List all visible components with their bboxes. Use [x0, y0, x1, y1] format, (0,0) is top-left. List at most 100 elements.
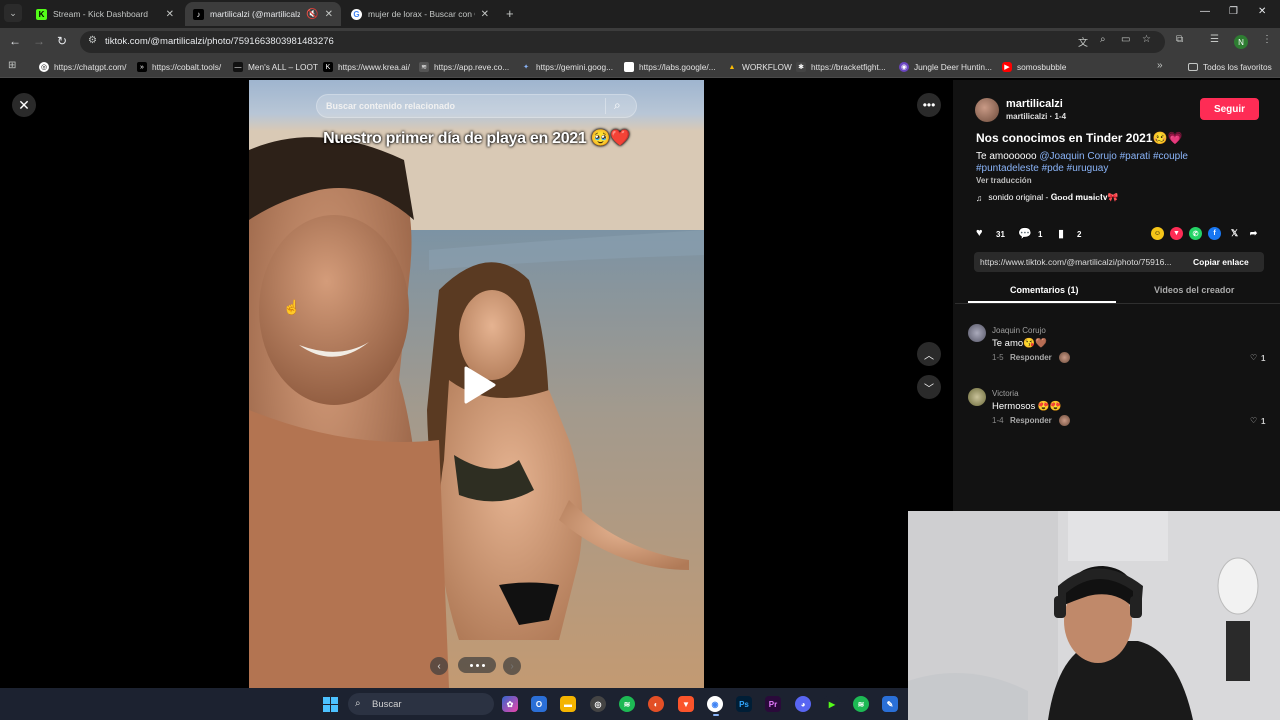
minimize-icon[interactable]: —	[1200, 6, 1210, 17]
comment-username[interactable]: Victoria	[992, 389, 1019, 398]
copilot-icon[interactable]: ✿	[502, 696, 518, 712]
embed-icon[interactable]: ☺	[1151, 227, 1164, 240]
tab-groups-icon[interactable]: ☰	[1210, 34, 1219, 45]
premiere-icon[interactable]: Pr	[765, 696, 781, 712]
spotify-icon[interactable]: ≋	[853, 696, 869, 712]
tab-search-button[interactable]: ⌄	[4, 4, 22, 22]
taskbar-search[interactable]	[348, 693, 494, 715]
zoom-icon[interactable]: ⌕	[1100, 34, 1106, 45]
bookmark-bracketfight[interactable]: ✱ https://bracketfight...	[796, 60, 886, 74]
tab-tiktok[interactable]: ♪ martilicalzi (@martilicalzi) | 🔇 ✕	[185, 2, 341, 26]
bookmark-icon[interactable]: ▮	[1058, 227, 1064, 240]
tab-google-search[interactable]: G mujer de lorax - Buscar con Go ✕	[343, 2, 497, 26]
whatsapp-icon[interactable]: ✆	[1189, 227, 1202, 240]
comment-like-icon[interactable]: ♡	[1250, 353, 1257, 362]
tab-kick-dashboard[interactable]: K Stream - Kick Dashboard ✕	[28, 2, 182, 26]
back-icon[interactable]: ←	[9, 34, 21, 48]
translate-icon[interactable]: 文	[1078, 34, 1088, 49]
mention-link[interactable]: @Joaquin Corujo	[1039, 151, 1116, 162]
new-tab-button[interactable]: +	[506, 6, 514, 21]
carousel-prev-icon[interactable]: ‹	[430, 657, 448, 675]
taskbar-search-label: Buscar	[372, 699, 402, 710]
forward-icon[interactable]: →	[33, 34, 45, 48]
app-icon[interactable]: ◐	[648, 696, 664, 712]
file-explorer-icon[interactable]: ▬	[560, 696, 576, 712]
bookmark-jungle-deer[interactable]: ◉ Jungle Deer Huntin...	[899, 60, 992, 74]
bookmark-krea[interactable]: Khttps://www.krea.ai/	[323, 60, 410, 74]
search-icon[interactable]: ⌕	[614, 98, 621, 113]
commenter-avatar[interactable]	[968, 324, 986, 342]
bookmark-chatgpt[interactable]: ◎ https://chatgpt.com/	[39, 60, 126, 74]
tab-creator-videos[interactable]: Videos del creador	[1154, 285, 1234, 295]
bookmark-workflow[interactable]: ▲ WORKFLOW	[727, 60, 792, 74]
chrome-icon[interactable]: ◉	[707, 696, 723, 712]
close-tab-icon[interactable]: ✕	[166, 9, 174, 20]
bookmark-gemini[interactable]: ✦ https://gemini.goog...	[521, 60, 613, 74]
like-icon[interactable]: ♥	[976, 227, 983, 239]
spotify-icon[interactable]: ≋	[619, 696, 635, 712]
mute-tab-icon[interactable]: 🔇	[306, 9, 318, 20]
share-arrow-icon[interactable]: ➦	[1247, 227, 1260, 240]
bookmark-loot[interactable]: — Men's ALL – LOOT	[233, 60, 318, 74]
like-count: 31	[996, 230, 1005, 239]
carousel-next-icon[interactable]: ›	[503, 657, 521, 675]
outlook-icon[interactable]: O	[531, 696, 547, 712]
x-icon[interactable]: 𝕏	[1228, 227, 1241, 240]
apps-grid-icon[interactable]: ⊞	[8, 60, 16, 71]
bookmark-star-icon[interactable]: ☆	[1142, 34, 1151, 45]
profile-avatar[interactable]: N	[1234, 35, 1248, 49]
loot-icon: —	[233, 62, 243, 72]
discord-icon[interactable]: ◕	[795, 696, 811, 712]
obs-icon[interactable]: ◎	[590, 696, 606, 712]
follow-button[interactable]: Seguir	[1200, 98, 1259, 120]
gemini-icon: ✦	[523, 64, 529, 71]
send-to-friends-icon[interactable]: ▼	[1170, 227, 1183, 240]
comment-icon[interactable]: 💬	[1018, 227, 1032, 240]
bookmark-reve[interactable]: ≋ https://app.reve.co...	[419, 60, 509, 74]
more-bookmarks-icon[interactable]: »	[1157, 60, 1163, 71]
author-username[interactable]: martilicalzi	[1006, 98, 1063, 110]
play-icon[interactable]	[462, 366, 496, 409]
close-tab-icon[interactable]: ✕	[481, 9, 489, 20]
reply-button[interactable]: Responder	[1010, 353, 1052, 362]
next-post-icon[interactable]: ﹀	[917, 375, 941, 399]
close-tab-icon[interactable]: ✕	[325, 9, 333, 20]
tab-comments[interactable]: Comentarios (1)	[1010, 285, 1079, 295]
post-link[interactable]: https://www.tiktok.com/@martilicalzi/pho…	[980, 257, 1185, 267]
extensions-icon[interactable]: ⧉	[1176, 34, 1183, 45]
all-bookmarks-folder[interactable]: Todos los favoritos	[1188, 60, 1272, 74]
hashtag-links[interactable]: #puntadeleste #pde #uruguay	[976, 163, 1108, 174]
bookmark-labs-google[interactable]: https://labs.google/...	[624, 60, 716, 74]
facebook-icon[interactable]: f	[1208, 227, 1221, 240]
author-avatar[interactable]	[975, 98, 999, 122]
photoshop-icon[interactable]: Ps	[736, 696, 752, 712]
game-icon: ◉	[899, 62, 909, 72]
copy-link-button[interactable]: Copiar enlace	[1193, 257, 1249, 267]
see-translation-link[interactable]: Ver traducción	[976, 176, 1032, 185]
commenter-avatar[interactable]	[968, 388, 986, 406]
comment-like-icon[interactable]: ♡	[1250, 416, 1257, 425]
bookmark-cobalt[interactable]: » https://cobalt.tools/	[137, 60, 221, 74]
hashtag-links[interactable]: #parati #couple	[1120, 151, 1188, 162]
app-icon[interactable]: ✎	[882, 696, 898, 712]
webcam-overlay	[908, 511, 1280, 720]
kick-icon: K	[36, 8, 47, 20]
more-options-icon[interactable]: •••	[917, 93, 941, 117]
restore-icon[interactable]: ❐	[1229, 6, 1238, 17]
drive-icon: ▲	[728, 63, 736, 71]
windows-start-icon[interactable]	[323, 697, 338, 717]
comment-username[interactable]: Joaquin Corujo	[992, 326, 1046, 335]
brave-icon[interactable]: ▼	[678, 696, 694, 712]
reload-icon[interactable]: ↻	[57, 34, 67, 48]
post-title: Nos conocimos en Tinder 2021🥴💗	[976, 131, 1183, 145]
reply-button[interactable]: Responder	[1010, 416, 1052, 425]
bookmark-somosbubble[interactable]: ▶ somosbubble	[1002, 60, 1066, 74]
menu-kebab-icon[interactable]: ⋮	[1262, 34, 1272, 45]
previous-post-icon[interactable]: ︿	[917, 342, 941, 366]
close-window-icon[interactable]: ✕	[1258, 6, 1266, 17]
close-viewer-icon[interactable]: ✕	[12, 93, 36, 117]
kick-icon[interactable]: ▶	[824, 696, 840, 712]
site-info-icon[interactable]: ⚙	[88, 35, 97, 46]
cast-icon[interactable]: ▭	[1121, 34, 1130, 45]
sound-row[interactable]: ♫ sonido original - 𝐆𝐨𝐨𝐝 𝐦𝐮𝐬𝐢𝐜𝐭𝐯🎀	[976, 192, 1118, 203]
